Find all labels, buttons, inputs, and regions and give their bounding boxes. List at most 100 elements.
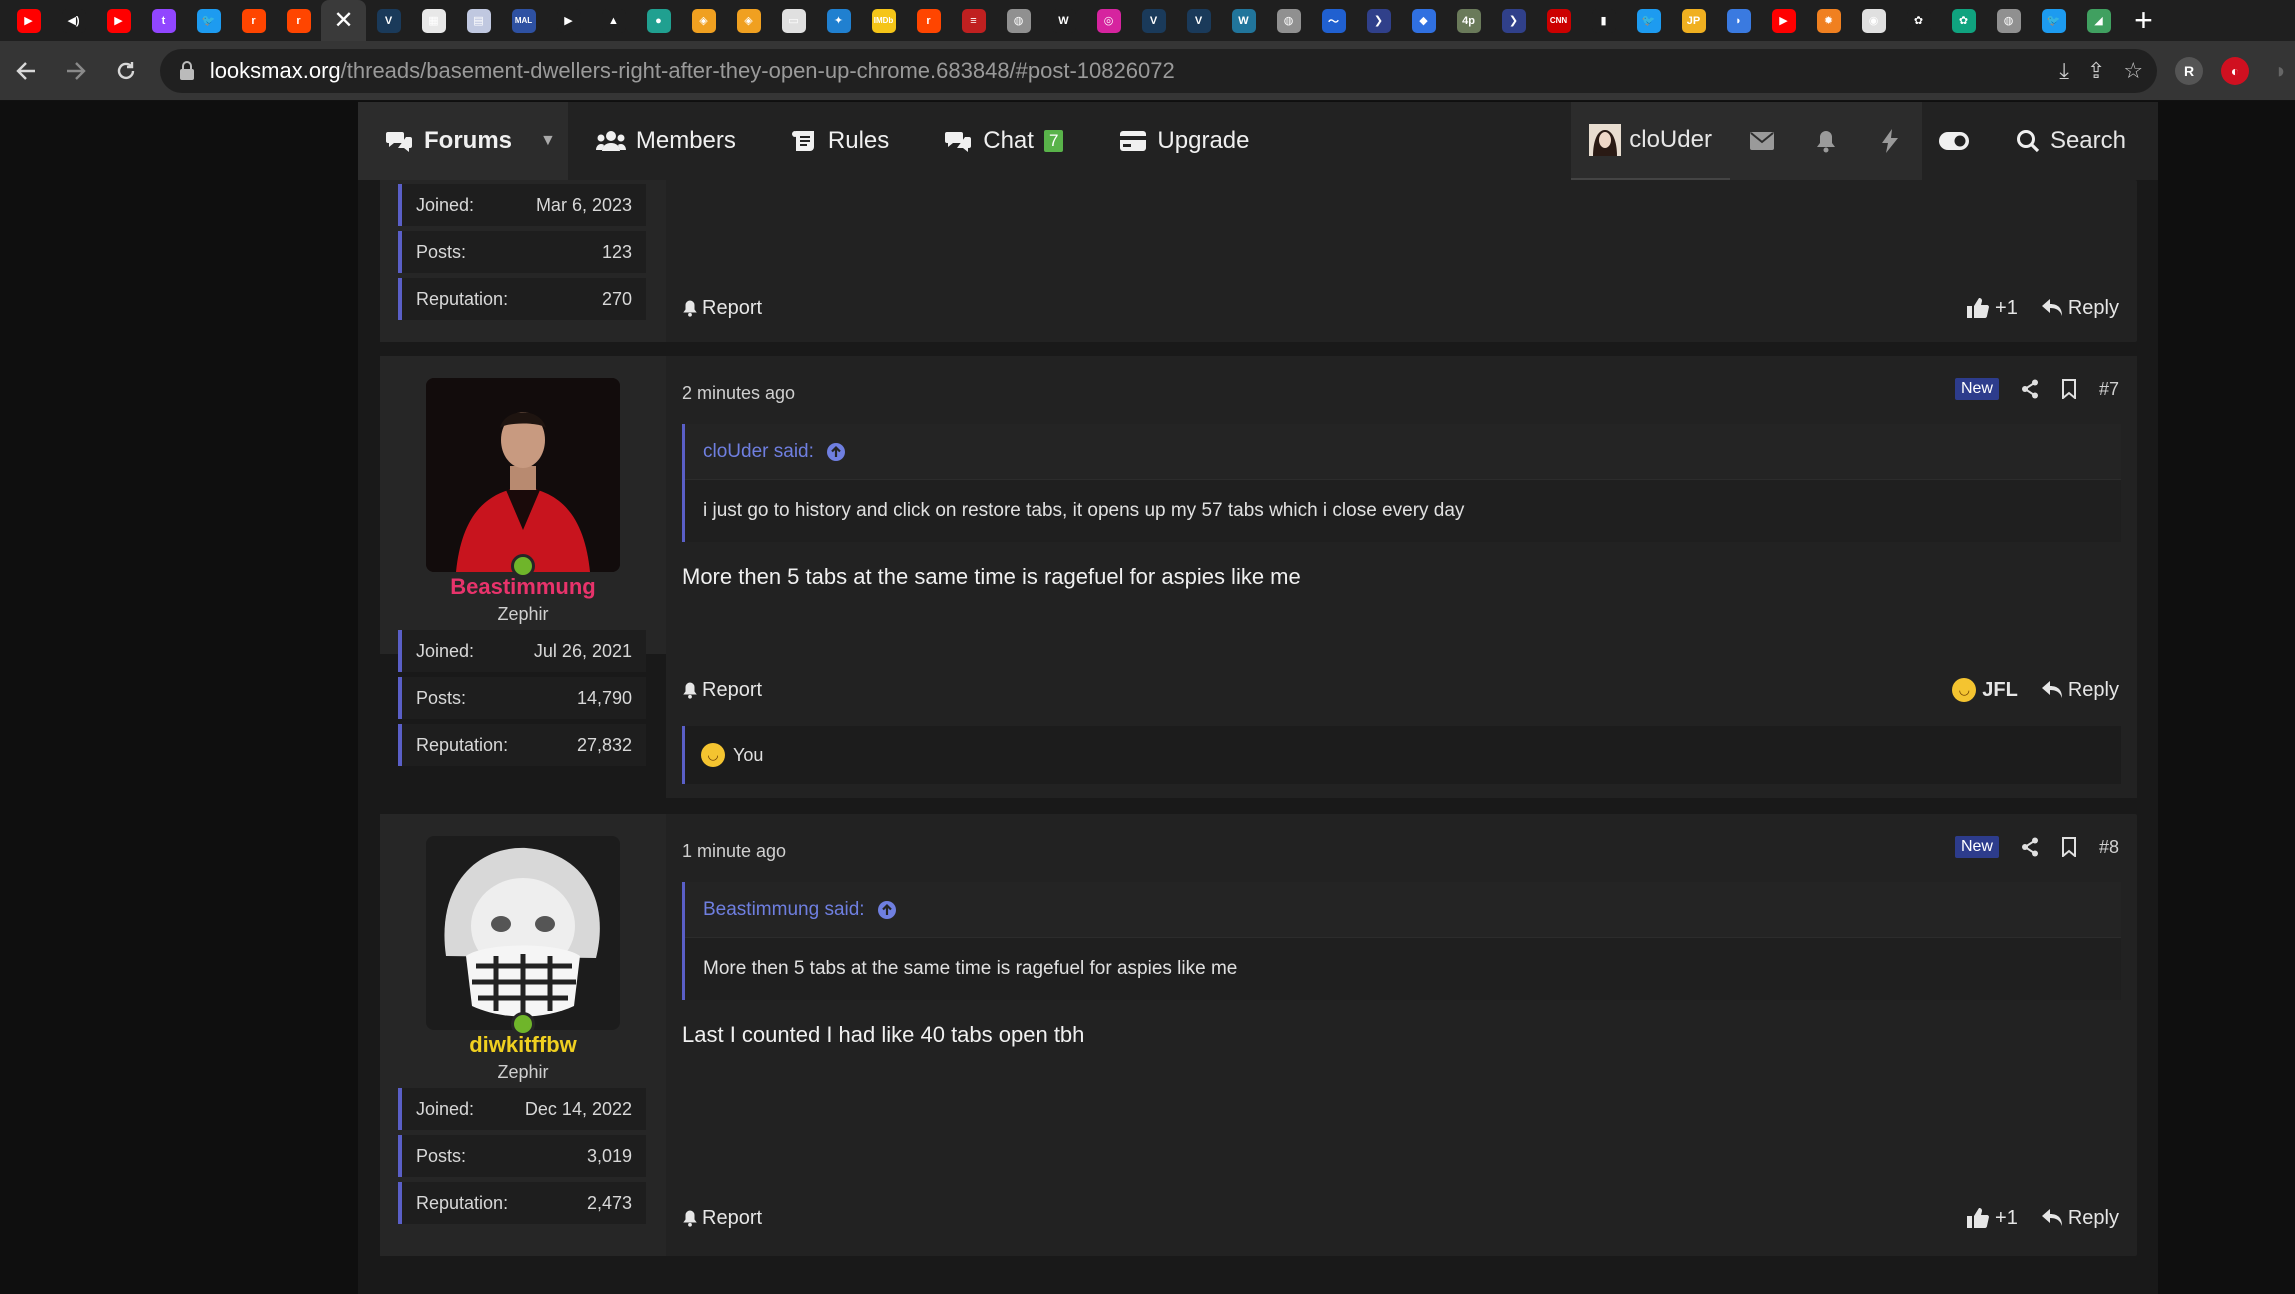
- browser-tab[interactable]: ▭: [771, 0, 816, 41]
- bookmark-star-icon[interactable]: ☆: [2123, 58, 2143, 84]
- browser-tab[interactable]: ◀): [51, 0, 96, 41]
- browser-tab[interactable]: ◎: [1086, 0, 1131, 41]
- bookmark-icon[interactable]: [2061, 837, 2077, 857]
- browser-tab[interactable]: 4p: [1446, 0, 1491, 41]
- quote-author-link[interactable]: Beastimmung said:: [685, 882, 2121, 938]
- browser-tab[interactable]: ▶: [96, 0, 141, 41]
- browser-tab[interactable]: ●: [636, 0, 681, 41]
- post-time[interactable]: 1 minute ago: [682, 841, 786, 862]
- forums-dropdown-toggle[interactable]: ▼: [528, 102, 568, 180]
- nav-chat-label: Chat: [983, 127, 1034, 154]
- reply-button[interactable]: Reply: [2041, 297, 2119, 320]
- browser-tab[interactable]: ◈: [726, 0, 771, 41]
- browser-tab[interactable]: ▶: [546, 0, 591, 41]
- browser-tab[interactable]: ▶: [6, 0, 51, 41]
- browser-tab[interactable]: r: [231, 0, 276, 41]
- wordpress-icon: W: [1231, 8, 1256, 33]
- lm-icon: V: [1186, 8, 1211, 33]
- post-username[interactable]: Beastimmung: [380, 574, 666, 600]
- browser-tab[interactable]: ◍: [1986, 0, 2031, 41]
- search-button[interactable]: Search: [1986, 127, 2158, 155]
- browser-tab[interactable]: W: [1041, 0, 1086, 41]
- extension-opera-icon[interactable]: ◐: [2221, 56, 2250, 85]
- browser-tab[interactable]: ◈: [681, 0, 726, 41]
- browser-tab[interactable]: V: [1131, 0, 1176, 41]
- browser-tab[interactable]: ▤: [456, 0, 501, 41]
- browser-tab[interactable]: MAL: [501, 0, 546, 41]
- reply-button[interactable]: Reply: [2041, 1207, 2119, 1230]
- report-link[interactable]: Report: [682, 679, 762, 702]
- browser-tab[interactable]: 🐦: [186, 0, 231, 41]
- browser-tab[interactable]: ▶: [1761, 0, 1806, 41]
- browser-tab[interactable]: ◗: [1716, 0, 1761, 41]
- nav-upgrade[interactable]: Upgrade: [1091, 102, 1277, 180]
- user-title: Zephir: [497, 1062, 549, 1082]
- browser-tab[interactable]: 🐦: [1626, 0, 1671, 41]
- browser-tab[interactable]: ▮: [1581, 0, 1626, 41]
- browser-tab[interactable]: V: [1176, 0, 1221, 41]
- share-icon[interactable]: ⇪: [2087, 58, 2105, 84]
- post-username[interactable]: diwkitffbw: [380, 1032, 666, 1058]
- browser-tab[interactable]: JP: [1671, 0, 1716, 41]
- browser-tab[interactable]: r: [276, 0, 321, 41]
- reply-button[interactable]: Reply: [2041, 679, 2119, 702]
- user-avatar[interactable]: [426, 836, 620, 1030]
- browser-tab[interactable]: ▦: [411, 0, 456, 41]
- new-tab-button[interactable]: +: [2121, 0, 2166, 41]
- browser-tab[interactable]: ◆: [1401, 0, 1446, 41]
- browser-tab[interactable]: V: [366, 0, 411, 41]
- browser-tab[interactable]: ◍: [996, 0, 1041, 41]
- like-button[interactable]: +1: [1967, 1207, 2018, 1230]
- post-user-column: Beastimmung Zephir Joined: Jul 26, 2021 P…: [380, 356, 666, 766]
- browser-tab[interactable]: ✿: [1896, 0, 1941, 41]
- whats-new-button[interactable]: [1857, 102, 1922, 180]
- browser-tab[interactable]: ❯: [1356, 0, 1401, 41]
- account-menu[interactable]: cloUder: [1571, 102, 1730, 180]
- browser-tab[interactable]: ❯: [1491, 0, 1536, 41]
- theme-toggle[interactable]: [1922, 102, 1986, 180]
- post-footer: Report ◡ JFL Reply: [682, 672, 2119, 708]
- close-tab-icon[interactable]: ✕: [333, 8, 353, 33]
- browser-tab[interactable]: ✦: [816, 0, 861, 41]
- hat-icon: ◆: [1411, 8, 1436, 33]
- browser-tab[interactable]: ✿: [1941, 0, 1986, 41]
- alerts-button[interactable]: [1793, 102, 1858, 180]
- reactions-summary[interactable]: ◡ You: [682, 726, 2121, 784]
- back-button[interactable]: [2, 47, 50, 95]
- browser-tab[interactable]: ◍: [1266, 0, 1311, 41]
- report-link[interactable]: Report: [682, 1207, 762, 1230]
- browser-tab[interactable]: 〜: [1311, 0, 1356, 41]
- post-number[interactable]: #8: [2099, 837, 2119, 858]
- browser-tab[interactable]: 🐦: [2031, 0, 2076, 41]
- search-label: Search: [2049, 127, 2126, 154]
- browser-tab[interactable]: IMDb: [861, 0, 906, 41]
- browser-tab[interactable]: ◢: [2076, 0, 2121, 41]
- browser-tab[interactable]: ▲: [591, 0, 636, 41]
- browser-tab[interactable]: ◉: [1851, 0, 1896, 41]
- reload-button[interactable]: [102, 47, 150, 95]
- inbox-button[interactable]: [1729, 102, 1794, 180]
- nav-chat[interactable]: Chat 7: [917, 102, 1091, 180]
- browser-tab-active[interactable]: ✕: [321, 0, 366, 41]
- address-bar[interactable]: looksmax.org/threads/basement-dwellers-r…: [159, 48, 2158, 93]
- nav-rules-label: Rules: [827, 127, 890, 154]
- user-avatar[interactable]: [426, 378, 620, 572]
- like-button[interactable]: +1: [1967, 297, 2018, 320]
- reaction-button[interactable]: ◡ JFL: [1952, 678, 2018, 702]
- share-icon[interactable]: [2021, 837, 2039, 857]
- nav-forums[interactable]: Forums: [358, 102, 529, 180]
- extension-r-icon[interactable]: R: [2175, 56, 2204, 85]
- browser-tab[interactable]: CNN: [1536, 0, 1581, 41]
- browser-tab[interactable]: W: [1221, 0, 1266, 41]
- extension-partial-icon[interactable]: ◗: [2267, 57, 2295, 85]
- browser-tab[interactable]: t: [141, 0, 186, 41]
- report-link[interactable]: Report: [682, 297, 762, 320]
- browser-tab[interactable]: ✹: [1806, 0, 1851, 41]
- browser-tab[interactable]: r: [906, 0, 951, 41]
- browser-tab[interactable]: ≡: [951, 0, 996, 41]
- install-icon[interactable]: ⤓: [2059, 58, 2069, 84]
- forward-button[interactable]: [52, 47, 100, 95]
- post-user-column: Joined: Mar 6, 2023 Posts: 123 Reputation:…: [380, 180, 666, 342]
- nav-members[interactable]: Members: [568, 102, 764, 180]
- nav-rules[interactable]: Rules: [764, 102, 917, 180]
